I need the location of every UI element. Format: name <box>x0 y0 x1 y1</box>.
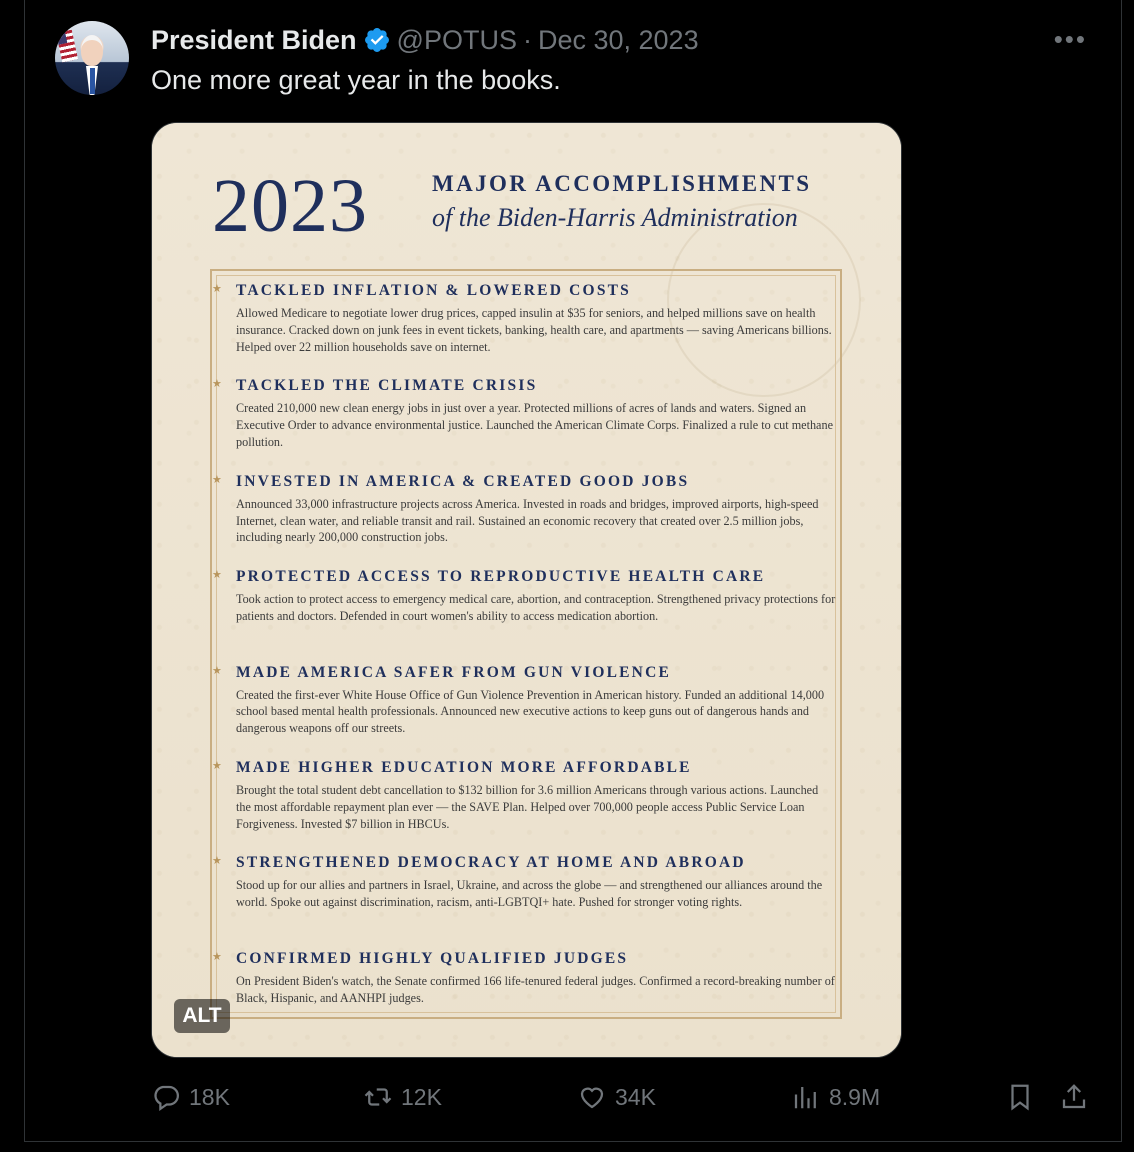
heart-icon <box>580 1087 604 1109</box>
tweet-header: President Biden @POTUS · Dec 30, 2023 <box>151 22 699 58</box>
action-bar: 18K 12K 34K 8.9M <box>151 1082 1101 1122</box>
accomplishment-title: STRENGTHENED DEMOCRACY AT HOME AND ABROA… <box>236 854 746 872</box>
repost-count: 12K <box>401 1083 442 1110</box>
accomplishment-list: ★ TACKLED INFLATION & LOWERED COSTS Allo… <box>212 281 836 1044</box>
accomplishment-item: ★ INVESTED IN AMERICA & CREATED GOOD JOB… <box>212 472 836 567</box>
tweet-image[interactable]: 2023 MAJOR ACCOMPLISHMENTS of the Biden-… <box>151 122 902 1058</box>
reply-icon <box>154 1085 179 1112</box>
star-icon: ★ <box>212 569 222 582</box>
accomplishment-item: ★ CONFIRMED HIGHLY QUALIFIED JUDGES On P… <box>212 949 836 1044</box>
views-button[interactable]: 8.9M <box>791 1082 880 1112</box>
reply-count: 18K <box>189 1083 230 1110</box>
verified-badge-icon[interactable] <box>363 26 391 54</box>
accomplishment-item: ★ TACKLED THE CLIMATE CRISIS Created 210… <box>212 376 836 471</box>
views-icon <box>794 1087 816 1109</box>
accomplishment-item: ★ STRENGTHENED DEMOCRACY AT HOME AND ABR… <box>212 853 836 948</box>
repost-button[interactable]: 12K <box>363 1082 442 1112</box>
star-icon: ★ <box>212 378 222 391</box>
accomplishment-body: Created 210,000 new clean energy jobs in… <box>236 401 833 449</box>
image-subheading: of the Biden-Harris Administration <box>432 203 798 232</box>
accomplishment-title: INVESTED IN AMERICA & CREATED GOOD JOBS <box>236 472 690 490</box>
star-icon: ★ <box>212 950 222 963</box>
image-heading: MAJOR ACCOMPLISHMENTS <box>432 171 812 196</box>
like-count: 34K <box>615 1083 656 1110</box>
image-year: 2023 <box>212 164 368 248</box>
accomplishment-body: Stood up for our allies and partners in … <box>236 878 823 910</box>
accomplishment-item: ★ TACKLED INFLATION & LOWERED COSTS Allo… <box>212 281 836 376</box>
share-icon <box>1062 1084 1086 1109</box>
accomplishment-title: TACKLED THE CLIMATE CRISIS <box>236 377 538 395</box>
bookmark-icon <box>1011 1084 1029 1111</box>
star-icon: ★ <box>212 473 222 486</box>
star-icon: ★ <box>212 855 222 868</box>
reply-button[interactable]: 18K <box>151 1082 230 1112</box>
avatar-face <box>81 35 103 66</box>
star-icon: ★ <box>212 283 222 295</box>
tweet-text: One more great year in the books. <box>151 65 561 95</box>
more-icon[interactable]: ••• <box>1054 24 1087 55</box>
accomplishment-title: CONFIRMED HIGHLY QUALIFIED JUDGES <box>236 949 629 967</box>
repost-icon <box>364 1088 392 1106</box>
accomplishment-item: ★ MADE HIGHER EDUCATION MORE AFFORDABLE … <box>212 758 836 853</box>
like-button[interactable]: 34K <box>577 1082 656 1112</box>
star-icon: ★ <box>212 664 222 677</box>
views-count: 8.9M <box>829 1083 881 1110</box>
accomplishment-body: Brought the total student debt cancellat… <box>236 782 819 831</box>
accomplishment-title: MADE HIGHER EDUCATION MORE AFFORDABLE <box>236 758 692 776</box>
alt-text-badge[interactable]: ALT <box>174 999 230 1033</box>
avatar[interactable] <box>55 21 129 95</box>
tweet[interactable]: President Biden @POTUS · Dec 30, 2023 ••… <box>24 0 1122 1142</box>
separator-dot: · <box>522 25 532 55</box>
accomplishment-body: Created the first-ever White House Offic… <box>236 687 825 736</box>
accomplishment-title: TACKLED INFLATION & LOWERED COSTS <box>236 282 631 299</box>
star-icon: ★ <box>212 759 222 772</box>
author-handle[interactable]: @POTUS <box>397 22 517 58</box>
accomplishment-item: ★ MADE AMERICA SAFER FROM GUN VIOLENCE C… <box>212 663 836 758</box>
accomplishment-item: ★ PROTECTED ACCESS TO REPRODUCTIVE HEALT… <box>212 567 836 662</box>
avatar-tie <box>90 68 95 94</box>
accomplishment-body: Announced 33,000 infrastructure projects… <box>236 496 819 545</box>
bookmark-button[interactable] <box>1005 1082 1035 1112</box>
accomplishment-body: Took action to protect access to emergen… <box>236 592 836 623</box>
author-name[interactable]: President Biden <box>151 22 357 58</box>
share-button[interactable] <box>1059 1082 1089 1112</box>
flag-graphic <box>56 29 78 63</box>
accomplishment-title: MADE AMERICA SAFER FROM GUN VIOLENCE <box>236 663 672 681</box>
accomplishment-body: Allowed Medicare to negotiate lower drug… <box>236 306 832 354</box>
accomplishment-title: PROTECTED ACCESS TO REPRODUCTIVE HEALTH … <box>236 568 766 586</box>
accomplishment-body: On President Biden's watch, the Senate c… <box>236 973 835 1005</box>
tweet-date[interactable]: Dec 30, 2023 <box>538 22 699 58</box>
